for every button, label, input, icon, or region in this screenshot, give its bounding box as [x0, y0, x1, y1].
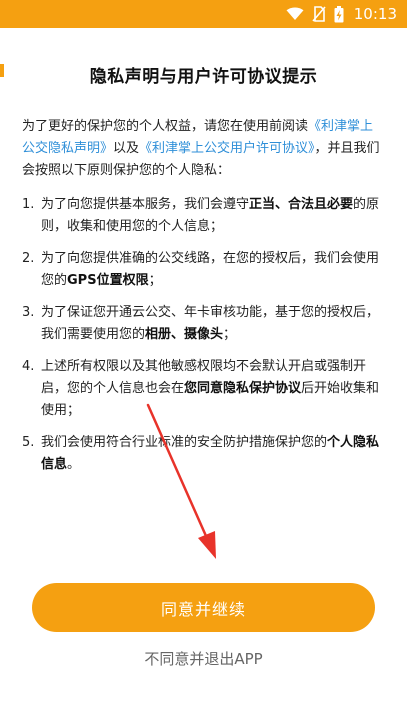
- user-license-link[interactable]: 《利津掌上公交用户许可协议》: [139, 141, 315, 156]
- rule-text: 我们会使用符合行业标准的安全防护措施保护您的: [41, 435, 328, 450]
- rule-item: 5. 我们会使用符合行业标准的安全防护措施保护您的个人隐私信息。: [22, 432, 384, 476]
- disagree-exit-link[interactable]: 不同意并退出APP: [0, 648, 407, 669]
- rule-item: 2. 为了向您提供准确的公交线路，在您的授权后，我们会使用您的GPS位置权限；: [22, 248, 384, 292]
- rule-text: ；: [223, 327, 237, 342]
- wifi-icon: [286, 7, 304, 21]
- rule-text: 。: [67, 457, 81, 472]
- status-time: 10:13: [353, 5, 397, 23]
- rule-number: 1.: [22, 197, 35, 212]
- privacy-content: 为了更好的保护您的个人权益，请您在使用前阅读《利津掌上公交隐私声明》以及《利津掌…: [22, 116, 384, 486]
- rule-number: 5.: [22, 435, 35, 450]
- rule-item: 4. 上述所有权限以及其他敏感权限均不会默认开启或强制开启，您的个人信息也会在您同…: [22, 356, 384, 422]
- dialog-title: 隐私声明与用户许可协议提示: [89, 67, 318, 87]
- status-icons: 10:13: [286, 0, 397, 28]
- rule-emphasis: 正当、合法且必要: [249, 197, 354, 212]
- rule-item: 3. 为了保证您开通云公交、年卡审核功能，基于您的授权后，我们需要使用您的相册、摄…: [22, 302, 384, 346]
- rule-emphasis: 您同意隐私保护协议: [184, 381, 302, 396]
- rule-text: 为了向您提供基本服务，我们会遵守: [41, 197, 250, 212]
- battery-charging-icon: [334, 5, 344, 23]
- intro-text-before: 为了更好的保护您的个人权益，请您在使用前阅读: [22, 119, 309, 134]
- rule-emphasis: GPS位置权限: [67, 273, 149, 288]
- rule-text: ；: [148, 273, 162, 288]
- rule-item: 1. 为了向您提供基本服务，我们会遵守正当、合法且必要的原则，收集和使用您的个人信…: [22, 194, 384, 238]
- rule-number: 4.: [22, 359, 35, 374]
- no-sim-icon: [312, 6, 326, 22]
- rule-emphasis: 相册、摄像头: [145, 327, 224, 342]
- rule-number: 2.: [22, 251, 35, 266]
- intro-text-middle: 以及: [113, 141, 140, 156]
- rule-number: 3.: [22, 305, 35, 320]
- status-bar: 10:13: [0, 0, 407, 28]
- agree-continue-button[interactable]: 同意并继续: [32, 583, 375, 632]
- intro-paragraph: 为了更好的保护您的个人权益，请您在使用前阅读《利津掌上公交隐私声明》以及《利津掌…: [22, 116, 384, 182]
